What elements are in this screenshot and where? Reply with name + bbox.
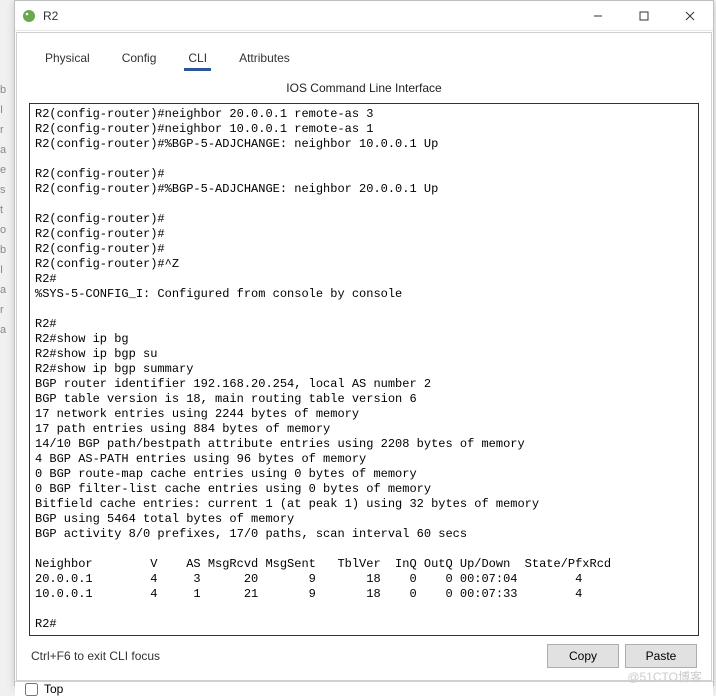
cli-terminal[interactable]: R2(config-router)#neighbor 20.0.0.1 remo… xyxy=(31,105,697,634)
app-icon xyxy=(21,8,37,24)
minimize-button[interactable] xyxy=(575,1,621,31)
paste-button[interactable]: Paste xyxy=(625,644,697,668)
window-title: R2 xyxy=(43,9,58,23)
maximize-button[interactable] xyxy=(621,1,667,31)
cli-panel-title: IOS Command Line Interface xyxy=(29,81,699,95)
content-area: Physical Config CLI Attributes IOS Comma… xyxy=(16,32,712,681)
background-fragments: bI raesto bIara xyxy=(0,80,14,340)
tab-config[interactable]: Config xyxy=(106,45,173,73)
top-checkbox[interactable] xyxy=(25,683,38,696)
app-window: R2 Physical Config CLI Attributes IOS Co… xyxy=(14,0,714,686)
tab-bar: Physical Config CLI Attributes xyxy=(29,45,699,73)
tab-cli[interactable]: CLI xyxy=(172,45,223,73)
terminal-frame: R2(config-router)#neighbor 20.0.0.1 remo… xyxy=(29,103,699,636)
close-button[interactable] xyxy=(667,1,713,31)
tab-physical[interactable]: Physical xyxy=(29,45,106,73)
copy-button[interactable]: Copy xyxy=(547,644,619,668)
top-checkbox-label: Top xyxy=(44,682,63,696)
titlebar[interactable]: R2 xyxy=(15,1,713,31)
window-controls xyxy=(575,1,713,31)
cli-hint: Ctrl+F6 to exit CLI focus xyxy=(31,649,160,663)
tab-attributes[interactable]: Attributes xyxy=(223,45,306,73)
cli-footer: Ctrl+F6 to exit CLI focus Copy Paste xyxy=(29,636,699,672)
